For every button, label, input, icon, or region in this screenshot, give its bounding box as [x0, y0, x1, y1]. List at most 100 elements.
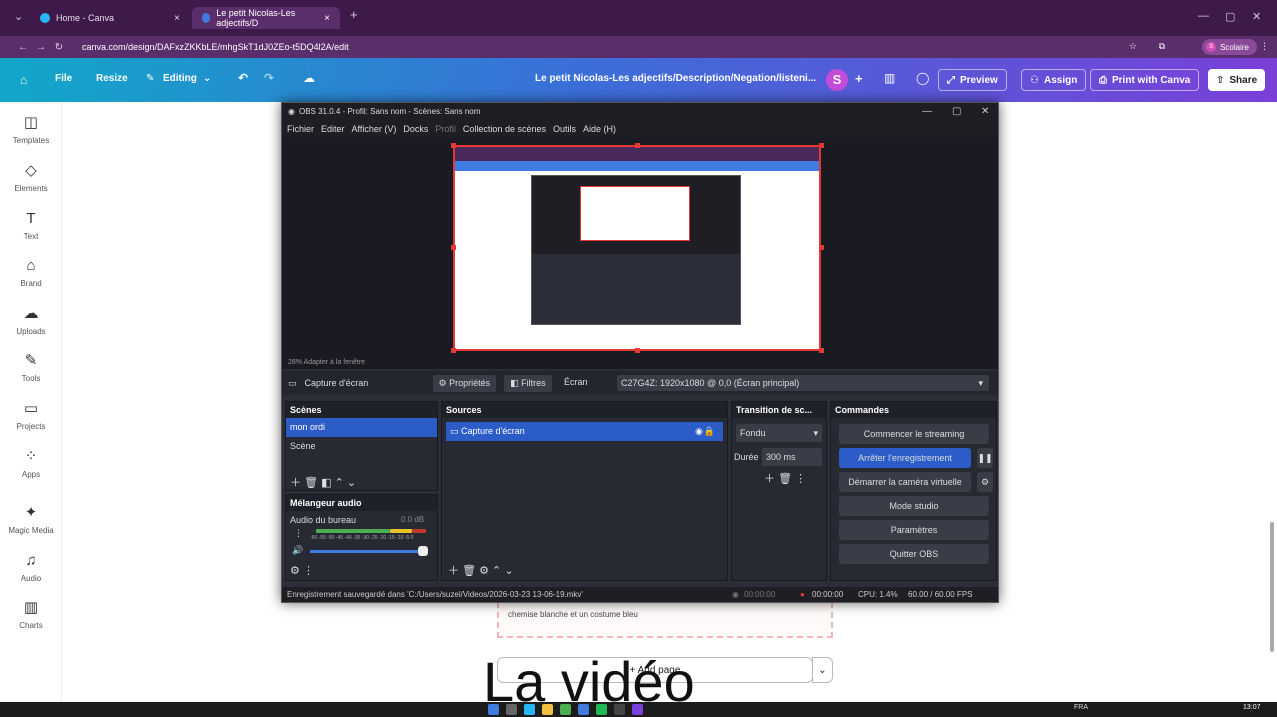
add-collaborator-icon[interactable]: +: [855, 71, 863, 86]
sidebar-item-projects[interactable]: ▭ Projects: [0, 400, 62, 431]
source-item[interactable]: ▭ Capture d'écran ◉ 🔒: [446, 422, 723, 441]
sidebar-item-tools[interactable]: ✎ Tools: [0, 352, 62, 383]
menu-editer[interactable]: Editer: [321, 124, 345, 134]
home-icon[interactable]: ⌂: [20, 73, 27, 87]
speaker-icon[interactable]: 🔊: [292, 545, 303, 556]
spotify-icon[interactable]: [596, 704, 607, 715]
move-up-icon[interactable]: ⌃: [335, 477, 344, 489]
eye-icon[interactable]: ◉: [695, 422, 703, 441]
add-source-icon[interactable]: ＋: [448, 565, 459, 577]
move-down-icon[interactable]: ⌄: [504, 565, 513, 577]
share-button[interactable]: ⇧ Share: [1208, 69, 1266, 91]
move-up-icon[interactable]: ⌃: [492, 565, 501, 577]
tab-le-petit-nicolas[interactable]: Le petit Nicolas-Les adjectifs/D ×: [192, 7, 340, 29]
canva-taskbar-icon[interactable]: [632, 704, 643, 715]
sidebar-item-brand[interactable]: ⌂ Brand: [0, 257, 62, 288]
undo-icon[interactable]: ↶: [238, 71, 248, 85]
forward-arrow-icon[interactable]: →: [32, 42, 50, 53]
sidebar-item-templates[interactable]: ◫ Templates: [0, 114, 62, 145]
file-menu[interactable]: File: [55, 73, 72, 84]
move-down-icon[interactable]: ⌄: [347, 477, 356, 489]
start-virtual-camera-button[interactable]: Démarrer la caméra virtuelle: [839, 472, 971, 492]
obs-preview-canvas[interactable]: 28% Adapter à la fenêtre: [282, 137, 998, 369]
search-icon[interactable]: [506, 704, 517, 715]
obs-minimize-button[interactable]: —: [922, 106, 932, 117]
profile-chip[interactable]: S Scolaire: [1202, 39, 1257, 55]
windows-start-icon[interactable]: [488, 704, 499, 715]
transition-select[interactable]: Fondu ▾: [736, 424, 822, 442]
resize-menu[interactable]: Resize: [96, 73, 128, 84]
filter-icon[interactable]: ◧: [321, 477, 331, 489]
obs-close-button[interactable]: ✕: [981, 106, 989, 117]
resize-handle[interactable]: [819, 348, 824, 353]
mixer-menu-icon[interactable]: ⋮: [303, 565, 314, 577]
sidebar-item-text[interactable]: T Text: [0, 210, 62, 241]
resize-handle[interactable]: [451, 245, 456, 250]
menu-aide[interactable]: Aide (H): [583, 124, 616, 134]
insights-chart-icon[interactable]: ▥: [884, 71, 895, 85]
print-with-canva-button[interactable]: ⎙ Print with Canva: [1090, 69, 1200, 91]
menu-docks[interactable]: Docks: [403, 124, 428, 134]
preview-screen-capture[interactable]: [453, 145, 821, 351]
redo-icon[interactable]: ↷: [264, 71, 274, 85]
resize-handle[interactable]: [451, 348, 456, 353]
lock-icon[interactable]: 🔒: [704, 422, 715, 441]
preview-button[interactable]: ⤢ Preview: [938, 69, 1007, 91]
transition-menu-icon[interactable]: ⋮: [795, 473, 806, 485]
trash-icon[interactable]: 🗑: [778, 473, 792, 485]
volume-slider[interactable]: [310, 550, 426, 553]
sidebar-item-apps[interactable]: ⁘ Apps: [0, 448, 62, 479]
assign-button[interactable]: ⚇ Assign: [1021, 69, 1087, 91]
menu-collection-scenes[interactable]: Collection de scènes: [463, 124, 546, 134]
resize-handle[interactable]: [819, 143, 824, 148]
trash-icon[interactable]: 🗑: [462, 565, 476, 577]
quit-obs-button[interactable]: Quitter OBS: [839, 544, 989, 564]
preview-zoom-label[interactable]: 28% Adapter à la fenêtre: [288, 359, 365, 366]
close-window-button[interactable]: ✕: [1252, 10, 1261, 23]
canvas-scrollbar[interactable]: [1270, 522, 1274, 652]
extensions-icon[interactable]: ⧉: [1159, 41, 1165, 52]
resize-handle[interactable]: [635, 143, 640, 148]
close-tab-icon[interactable]: ×: [324, 13, 330, 24]
studio-mode-button[interactable]: Mode studio: [839, 496, 989, 516]
back-arrow-icon[interactable]: ←: [14, 42, 32, 53]
clock[interactable]: 13:07: [1243, 704, 1261, 711]
sidebar-item-uploads[interactable]: ☁ Uploads: [0, 305, 62, 336]
resize-handle[interactable]: [451, 143, 456, 148]
duration-stepper[interactable]: 300 ms: [762, 448, 822, 466]
obs-taskbar-icon[interactable]: [614, 704, 625, 715]
bookmark-star-icon[interactable]: ☆: [1129, 41, 1137, 52]
tab-home-canva[interactable]: Home - Canva ×: [30, 7, 190, 29]
gear-icon[interactable]: ⚙: [977, 472, 993, 492]
settings-button[interactable]: Paramètres: [839, 520, 989, 540]
volume-slider-handle[interactable]: [418, 546, 428, 556]
editing-menu[interactable]: Editing: [163, 73, 197, 84]
browser-menu-icon[interactable]: ⋮: [1260, 41, 1269, 52]
minimize-window-button[interactable]: —: [1198, 10, 1209, 22]
reload-icon[interactable]: ↻: [50, 42, 68, 53]
url-field[interactable]: canva.com/design/DAFxzZKKbLE/mhgSkT1dJ0Z…: [82, 42, 349, 52]
obs-maximize-button[interactable]: ▢: [952, 106, 961, 117]
new-tab-button[interactable]: +: [350, 7, 358, 22]
avatar[interactable]: S: [826, 69, 848, 91]
sidebar-item-elements[interactable]: ◇ Elements: [0, 162, 62, 193]
resize-handle[interactable]: [635, 348, 640, 353]
add-scene-icon[interactable]: ＋: [290, 477, 301, 489]
gear-icon[interactable]: ⚙: [479, 565, 489, 577]
add-transition-icon[interactable]: ＋: [764, 473, 775, 485]
menu-fichier[interactable]: Fichier: [287, 124, 314, 134]
menu-profil[interactable]: Profil: [435, 124, 456, 134]
comment-icon[interactable]: ◯: [916, 71, 929, 85]
maximize-window-button[interactable]: ▢: [1225, 10, 1235, 23]
resize-handle[interactable]: [819, 245, 824, 250]
file-explorer-icon[interactable]: [542, 704, 553, 715]
tab-search-icon[interactable]: ⌄: [14, 10, 23, 23]
screen-select[interactable]: C27G4Z: 1920x1080 @ 0,0 (Écran principal…: [617, 375, 989, 391]
stop-recording-button[interactable]: Arrêter l'enregistrement: [839, 448, 971, 468]
system-tray-language[interactable]: FRA: [1074, 704, 1088, 711]
advanced-audio-icon[interactable]: ⚙: [290, 565, 300, 577]
trash-icon[interactable]: 🗑: [304, 477, 318, 489]
chrome-icon[interactable]: [524, 704, 535, 715]
scene-item[interactable]: Scène: [286, 437, 437, 456]
filters-button[interactable]: ◧ Filtres: [504, 374, 552, 392]
